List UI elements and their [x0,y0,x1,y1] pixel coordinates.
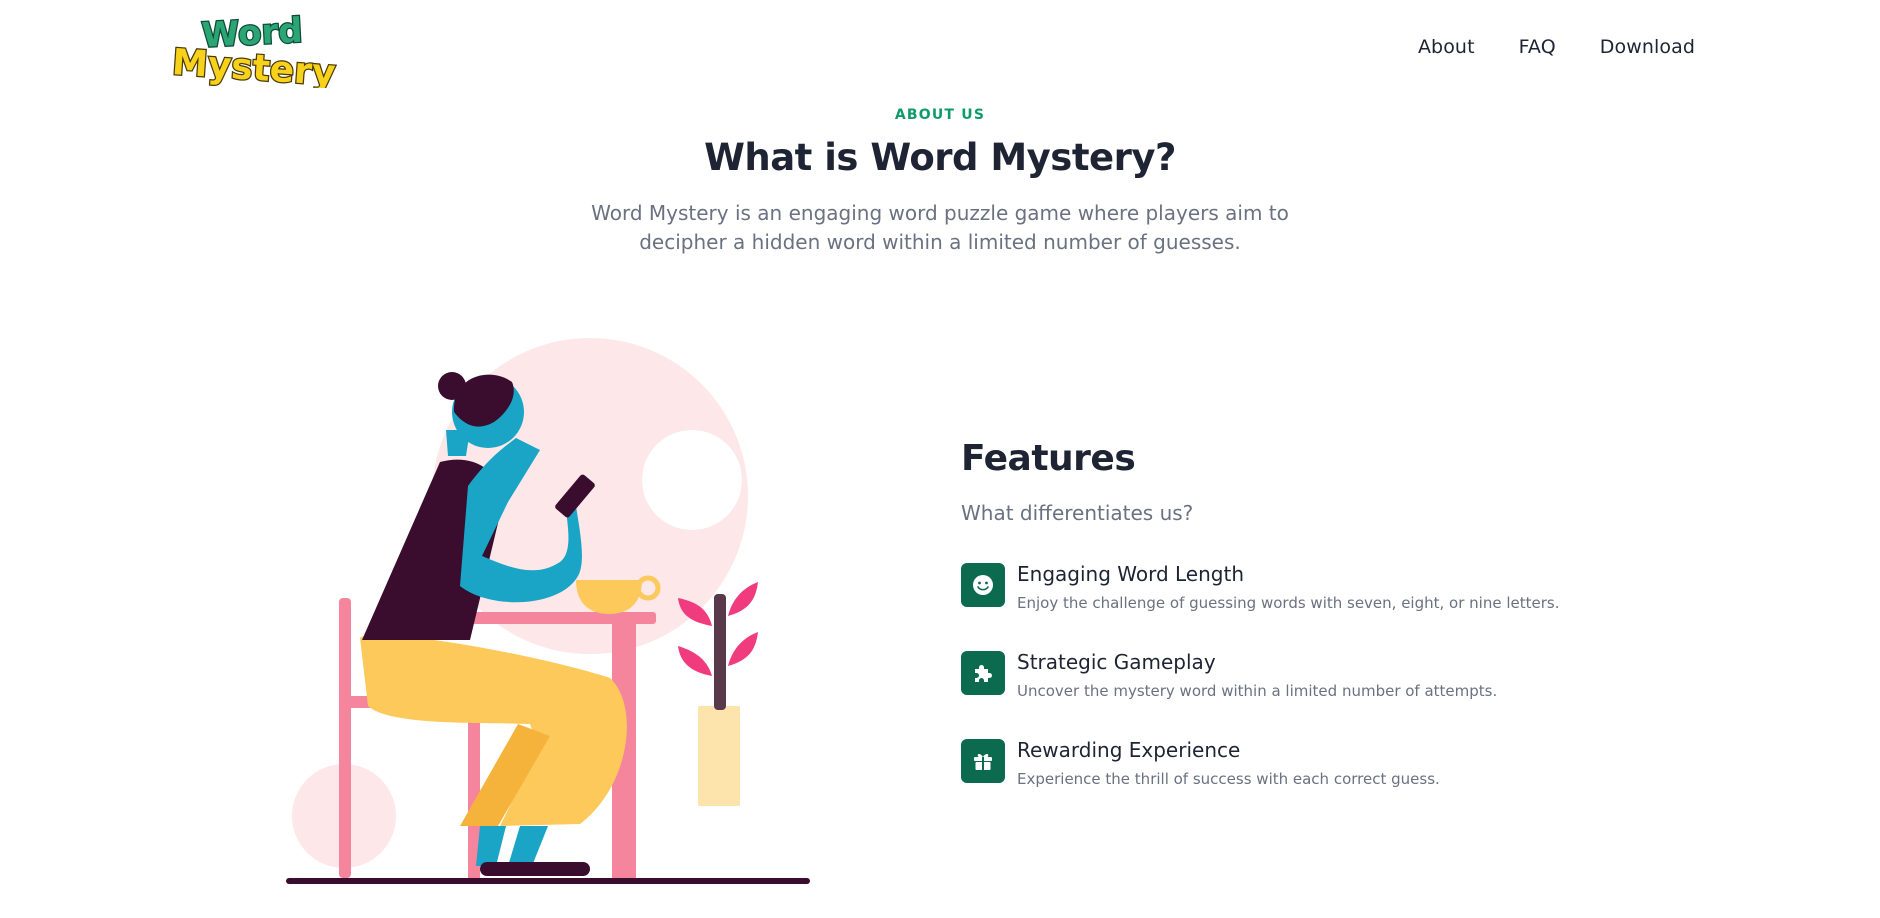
feature-text: Strategic Gameplay Uncover the mystery w… [1017,650,1498,702]
nav-link-faq[interactable]: FAQ [1519,36,1556,58]
feature-item: Engaging Word Length Enjoy the challenge… [961,562,1721,651]
woman-at-table-illustration [280,326,820,888]
feature-description: Enjoy the challenge of guessing words wi… [1017,594,1560,612]
word-mystery-logo: Word Mystery [169,9,338,95]
feature-item: Rewarding Experience Experience the thri… [961,738,1721,827]
feature-list: Engaging Word Length Enjoy the challenge… [961,562,1721,827]
puzzle-piece-icon [961,651,1005,695]
nav-link-about[interactable]: About [1418,36,1475,58]
feature-text: Rewarding Experience Experience the thri… [1017,738,1440,790]
features-subtitle: What differentiates us? [961,501,1194,525]
main-nav: About FAQ Download [1418,36,1695,58]
feature-description: Experience the thrill of success with ea… [1017,770,1440,788]
logo[interactable]: Word Mystery [168,8,352,95]
feature-title: Strategic Gameplay [1017,650,1216,674]
features-section: Features What differentiates us? Engagin… [961,438,1721,827]
gift-icon [961,739,1005,783]
feature-item: Strategic Gameplay Uncover the mystery w… [961,650,1721,739]
feature-title: Rewarding Experience [1017,738,1241,762]
about-title: What is Word Mystery? [704,136,1176,179]
feature-text: Engaging Word Length Enjoy the challenge… [1017,562,1560,614]
svg-text:Mystery: Mystery [171,42,337,88]
feature-title: Engaging Word Length [1017,562,1244,586]
feature-description: Uncover the mystery word within a limite… [1017,682,1498,700]
smiley-icon [961,563,1005,607]
nav-link-download[interactable]: Download [1600,36,1695,58]
site-header: Word Mystery About FAQ Download [0,0,1880,96]
features-title: Features [961,438,1136,479]
about-eyebrow: ABOUT US [894,107,986,123]
about-description: Word Mystery is an engaging word puzzle … [591,201,1289,254]
